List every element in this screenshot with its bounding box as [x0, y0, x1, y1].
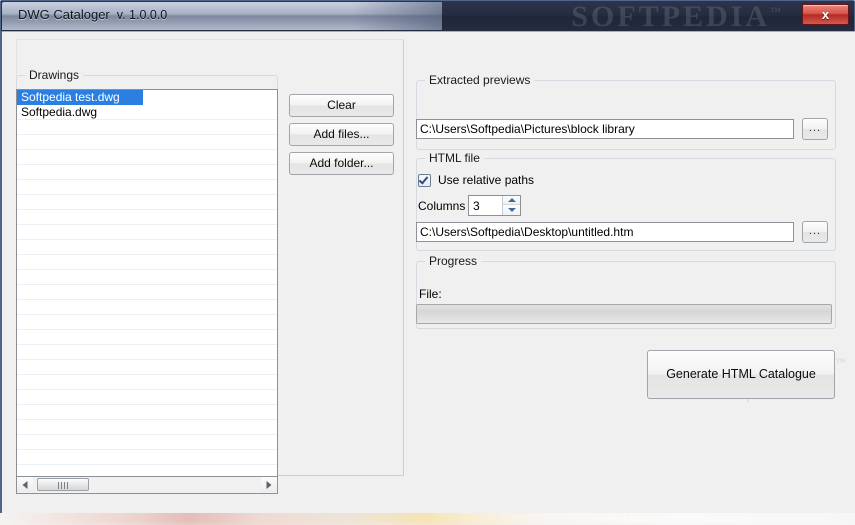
html-path-input[interactable]: C:\Users\Softpedia\Desktop\untitled.htm	[416, 222, 794, 242]
extracted-previews-groupbox-border	[416, 80, 836, 150]
checkbox-icon	[418, 174, 431, 187]
list-item-empty	[17, 345, 277, 360]
columns-label: Columns	[418, 199, 466, 213]
close-button[interactable]: x	[802, 4, 849, 25]
list-item-empty	[17, 450, 277, 465]
window-title: DWG Cataloger v. 1.0.0.0	[18, 7, 167, 22]
use-relative-paths-label: Use relative paths	[438, 173, 535, 187]
clear-button[interactable]: Clear	[289, 94, 394, 117]
html-file-groupbox-label: HTML file	[425, 151, 484, 165]
add-files-button[interactable]: Add files...	[289, 123, 394, 146]
client-area: Drawings Softpedia test.dwg Softpedia.dwg…	[2, 31, 855, 513]
watermark-text: SOFTPEDIA	[571, 1, 770, 31]
window-frame: SOFTPEDIA™ DWG Cataloger v. 1.0.0.0 x Dra…	[0, 0, 855, 513]
progress-bar	[416, 304, 832, 324]
progress-groupbox-label: Progress	[425, 254, 482, 268]
drawings-groupbox-label: Drawings	[25, 68, 84, 82]
spin-down-icon[interactable]	[503, 206, 520, 215]
list-item[interactable]: Softpedia.dwg	[17, 105, 277, 120]
scroll-left-arrow-icon[interactable]	[17, 477, 33, 492]
close-icon: x	[821, 7, 830, 22]
add-folder-button[interactable]: Add folder...	[289, 152, 394, 175]
watermark-tm: ™	[770, 6, 784, 18]
softpedia-watermark-title: SOFTPEDIA™	[571, 1, 784, 31]
list-item-empty	[17, 255, 277, 270]
window-version: v. 1.0.0.0	[116, 8, 168, 22]
watermark-body-tm: ™	[835, 357, 848, 368]
previews-browse-button[interactable]: ...	[802, 118, 828, 140]
columns-stepper[interactable]: 3	[468, 195, 521, 216]
list-item-empty	[17, 390, 277, 405]
drawings-list-horizontal-scrollbar[interactable]	[16, 477, 278, 494]
list-item-empty	[17, 315, 277, 330]
list-item-empty	[17, 420, 277, 435]
list-item-empty	[17, 240, 277, 255]
list-item-empty	[17, 360, 277, 375]
list-item-empty	[17, 375, 277, 390]
drawings-list[interactable]: Softpedia test.dwg Softpedia.dwg	[16, 89, 278, 477]
columns-spin-buttons	[502, 196, 520, 215]
columns-value: 3	[473, 199, 480, 213]
extracted-previews-groupbox-label: Extracted previews	[425, 73, 535, 87]
list-item-empty	[17, 465, 277, 476]
list-item-empty	[17, 135, 277, 150]
list-item-empty	[17, 300, 277, 315]
title-bar[interactable]: SOFTPEDIA™ DWG Cataloger v. 1.0.0.0 x	[1, 1, 854, 31]
list-item-empty	[17, 195, 277, 210]
list-item-empty	[17, 435, 277, 450]
scroll-right-arrow-icon[interactable]	[261, 477, 277, 492]
scrollbar-thumb[interactable]	[37, 478, 89, 491]
list-item-empty	[17, 210, 277, 225]
list-item-empty	[17, 120, 277, 135]
list-item-empty	[17, 225, 277, 240]
list-item-empty	[17, 405, 277, 420]
previews-path-input[interactable]: C:\Users\Softpedia\Pictures\block librar…	[416, 119, 794, 139]
window-title-text: DWG Cataloger	[18, 7, 110, 22]
generate-html-catalogue-button[interactable]: Generate HTML Catalogue	[647, 350, 835, 399]
list-item-empty	[17, 285, 277, 300]
list-item-empty	[17, 180, 277, 195]
application-window: SOFTPEDIA™ DWG Cataloger v. 1.0.0.0 x Dra…	[0, 0, 855, 513]
scrollbar-grip-icon	[58, 482, 68, 489]
progress-file-label: File:	[419, 287, 442, 301]
list-item-empty	[17, 330, 277, 345]
check-tick-icon	[418, 174, 429, 185]
spin-up-icon[interactable]	[503, 196, 520, 205]
list-item-empty	[17, 165, 277, 180]
list-item[interactable]: Softpedia test.dwg	[17, 90, 143, 105]
list-item-empty	[17, 270, 277, 285]
html-browse-button[interactable]: ...	[802, 221, 828, 243]
list-item-empty	[17, 150, 277, 165]
